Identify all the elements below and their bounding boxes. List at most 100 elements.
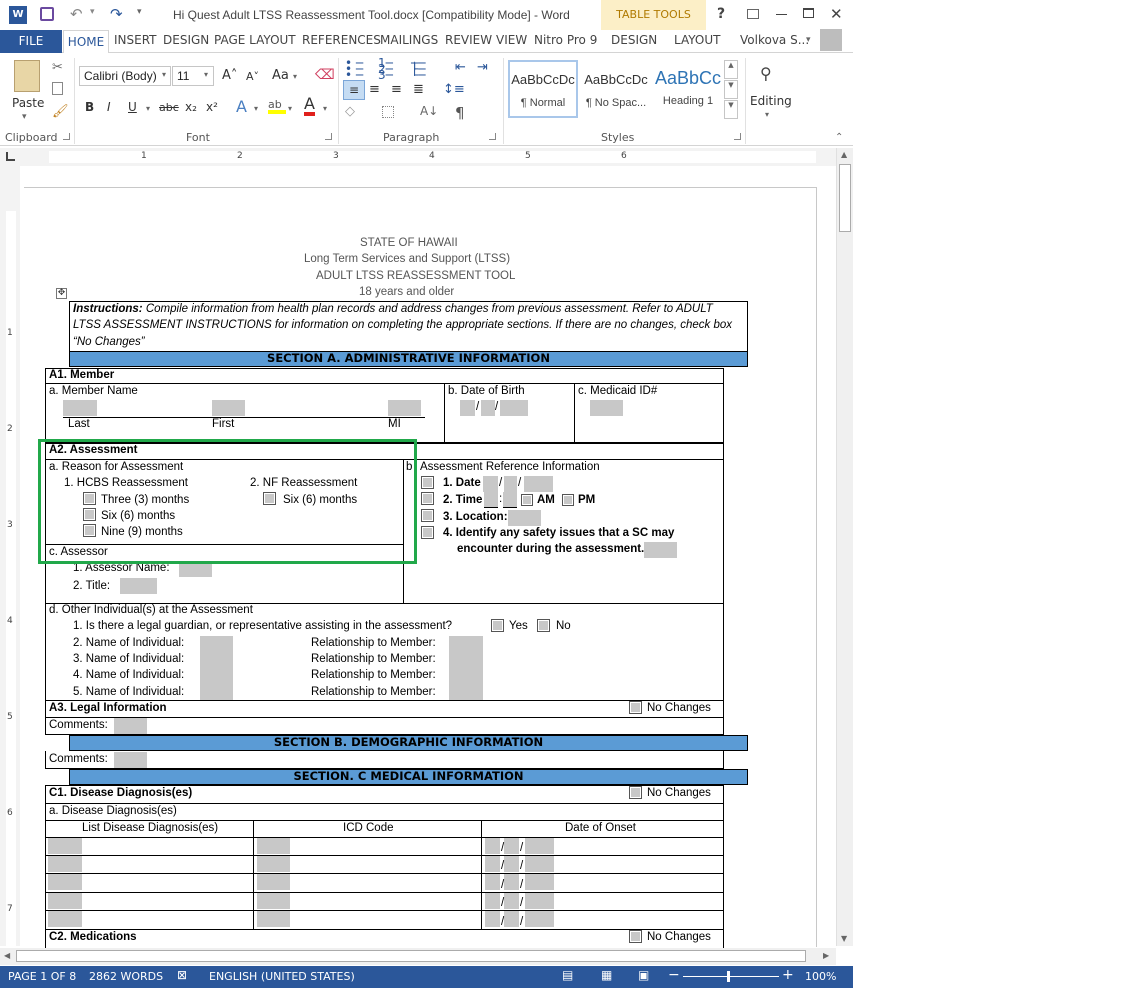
zoom-out-icon[interactable]: − [668, 967, 680, 983]
qat-customize-icon[interactable]: ▾ [137, 7, 142, 17]
font-size-dropdown-icon[interactable]: ▾ [204, 70, 208, 79]
pm-checkbox[interactable] [562, 494, 574, 506]
onset-day-field[interactable] [504, 856, 519, 872]
paste-dropdown-icon[interactable]: ▾ [22, 112, 27, 122]
print-layout-icon[interactable]: ▦ [601, 968, 612, 982]
undo-icon[interactable]: ↶ [70, 5, 83, 23]
last-name-field[interactable] [63, 400, 97, 416]
scroll-up-icon[interactable]: ▲ [841, 150, 847, 159]
first-name-field[interactable] [212, 400, 245, 416]
help-icon[interactable]: ? [717, 6, 725, 22]
clipboard-launcher-icon[interactable] [63, 133, 70, 140]
onset-month-field[interactable] [485, 911, 500, 927]
onset-year-field[interactable] [525, 874, 554, 890]
time-minute-field[interactable] [503, 492, 517, 508]
location-checkbox[interactable] [421, 509, 434, 522]
styles-scroll-up-icon[interactable]: ▲ [724, 60, 738, 79]
zoom-level[interactable]: 100% [805, 970, 836, 983]
strikethrough-button[interactable]: abc [159, 101, 179, 114]
date-checkbox[interactable] [421, 476, 434, 489]
tab-references[interactable]: REFERENCES [302, 33, 381, 47]
diagnosis-field[interactable] [48, 856, 82, 872]
font-color-button[interactable]: A [304, 96, 315, 116]
a3-comments-field[interactable] [114, 718, 147, 734]
icd-field[interactable] [257, 874, 290, 890]
scroll-thumb[interactable] [839, 164, 851, 232]
tab-table-layout[interactable]: LAYOUT [674, 33, 720, 47]
redo-icon[interactable]: ↷ [110, 5, 123, 23]
clear-formatting-icon[interactable]: ⌫ [315, 67, 335, 83]
tab-view[interactable]: VIEW [496, 33, 527, 47]
time-hour-field[interactable] [484, 492, 498, 508]
vertical-scrollbar[interactable]: ▲ ▼ [836, 148, 853, 946]
text-effects-dropdown-icon[interactable]: ▾ [254, 104, 258, 113]
zoom-in-icon[interactable]: + [782, 967, 794, 983]
font-name-dropdown-icon[interactable]: ▾ [162, 70, 166, 79]
editing-dropdown-icon[interactable]: ▾ [765, 110, 769, 119]
diagnosis-field[interactable] [48, 874, 82, 890]
font-color-dropdown-icon[interactable]: ▾ [323, 104, 327, 113]
mi-field[interactable] [388, 400, 421, 416]
tab-nitro[interactable]: Nitro Pro 9 [534, 33, 597, 47]
center-icon[interactable]: ≡ [369, 82, 380, 97]
onset-month-field[interactable] [485, 838, 500, 854]
onset-day-field[interactable] [504, 893, 519, 909]
bullets-icon[interactable]: • ─ • ─ • ─ [345, 57, 363, 81]
highlight-icon[interactable]: ab [268, 98, 286, 114]
format-painter-icon[interactable]: 🖌 [52, 104, 69, 119]
styles-scroll-down-icon[interactable]: ▼ [724, 80, 738, 99]
tab-design[interactable]: DESIGN [163, 33, 209, 47]
change-case-button[interactable]: Aa [272, 68, 289, 83]
individual-relationships-field[interactable] [449, 636, 483, 700]
onset-day-field[interactable] [504, 911, 519, 927]
user-dropdown-icon[interactable]: ▾ [806, 35, 811, 45]
multilevel-list-icon[interactable]: ┬─ ├─ └─ [411, 57, 425, 81]
safety-checkbox[interactable] [421, 526, 434, 539]
collapse-ribbon-icon[interactable]: ⌃ [835, 132, 843, 143]
diagnosis-field[interactable] [48, 838, 82, 854]
proofing-icon[interactable]: ⊠ [177, 968, 187, 982]
web-layout-icon[interactable]: ▣ [638, 968, 649, 982]
onset-year-field[interactable] [525, 838, 554, 854]
styles-more-icon[interactable]: ▼ [724, 100, 738, 119]
onset-day-field[interactable] [504, 838, 519, 854]
paste-button[interactable]: Paste [12, 96, 44, 110]
change-case-dropdown-icon[interactable]: ▾ [293, 72, 297, 81]
c2-no-changes-checkbox[interactable] [629, 930, 642, 943]
tab-page-layout[interactable]: PAGE LAYOUT [214, 33, 296, 47]
assessor-title-field[interactable] [120, 578, 157, 594]
cut-icon[interactable]: ✂ [52, 60, 63, 75]
medicaid-field[interactable] [590, 400, 623, 416]
safety-field[interactable] [644, 542, 677, 558]
editing-button[interactable]: Editing [750, 94, 792, 108]
b-comments-field[interactable] [114, 752, 147, 768]
scroll-down-icon[interactable]: ▼ [841, 934, 847, 943]
style-normal[interactable]: AaBbCcDc ¶ Normal [508, 60, 578, 118]
paragraph-launcher-icon[interactable] [489, 133, 496, 140]
icd-field[interactable] [257, 856, 290, 872]
increase-indent-icon[interactable]: ⇥ [477, 60, 488, 75]
style-no-spacing[interactable]: AaBbCcDc ¶ No Spac... [581, 60, 651, 118]
text-effects-icon[interactable]: A [236, 97, 247, 116]
shading-icon[interactable]: ◇ [345, 104, 355, 119]
language[interactable]: ENGLISH (UNITED STATES) [209, 970, 355, 983]
italic-button[interactable]: I [107, 100, 111, 114]
icd-field[interactable] [257, 893, 290, 909]
c1-no-changes-checkbox[interactable] [629, 786, 642, 799]
zoom-thumb[interactable] [727, 971, 730, 982]
bold-button[interactable]: B [85, 100, 94, 114]
font-name-combo[interactable]: Calibri (Body) [79, 66, 171, 86]
tab-insert[interactable]: INSERT [114, 33, 157, 47]
table-move-handle-icon[interactable]: ✥ [56, 288, 67, 299]
onset-month-field[interactable] [485, 893, 500, 909]
grow-font-button[interactable]: A˄ [222, 68, 237, 83]
time-checkbox[interactable] [421, 492, 434, 505]
word-count[interactable]: 2862 WORDS [89, 970, 163, 983]
page-count[interactable]: PAGE 1 OF 8 [8, 970, 76, 983]
subscript-button[interactable]: x₂ [185, 100, 197, 114]
line-spacing-icon[interactable]: ↕≡ [443, 82, 465, 97]
onset-year-field[interactable] [525, 856, 554, 872]
align-left-icon[interactable]: ≡ [343, 80, 365, 100]
individual-names-field[interactable] [200, 636, 233, 700]
onset-year-field[interactable] [525, 893, 554, 909]
